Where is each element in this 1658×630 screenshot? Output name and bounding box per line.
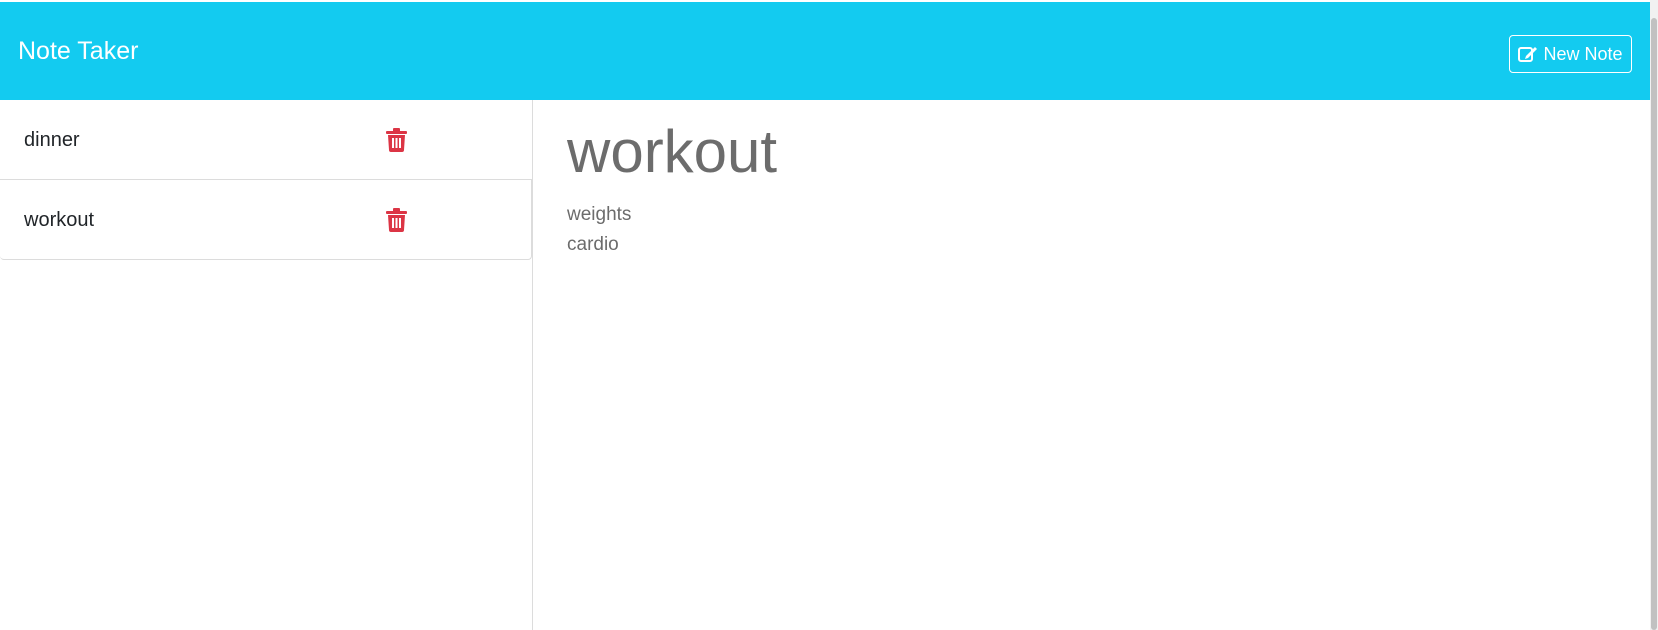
scrollbar-thumb[interactable] [1651, 18, 1657, 630]
note-list-item-workout[interactable]: workout [0, 180, 532, 260]
new-note-button[interactable]: New Note [1509, 35, 1632, 73]
navbar: Note Taker New Note [0, 2, 1650, 100]
note-editor: workout weights cardio [534, 100, 1650, 630]
brand-title[interactable]: Note Taker [18, 36, 138, 66]
note-body-line: weights [567, 204, 632, 225]
note-sidebar: dinner workout [0, 100, 533, 630]
edit-icon [1518, 47, 1538, 62]
trash-icon[interactable] [386, 128, 407, 152]
note-title-display[interactable]: workout [567, 116, 777, 188]
note-taker-page: Note Taker New Note dinner workout worko… [0, 0, 1658, 630]
note-title[interactable]: workout [24, 208, 94, 232]
trash-icon[interactable] [386, 208, 407, 232]
note-body-display[interactable]: weights cardio [567, 200, 631, 260]
note-list-item-dinner[interactable]: dinner [0, 100, 532, 180]
note-title[interactable]: dinner [24, 128, 80, 152]
note-body-line: cardio [567, 234, 619, 255]
new-note-label: New Note [1543, 43, 1623, 64]
note-list: dinner workout [0, 100, 532, 260]
vertical-scrollbar[interactable] [1650, 0, 1658, 630]
